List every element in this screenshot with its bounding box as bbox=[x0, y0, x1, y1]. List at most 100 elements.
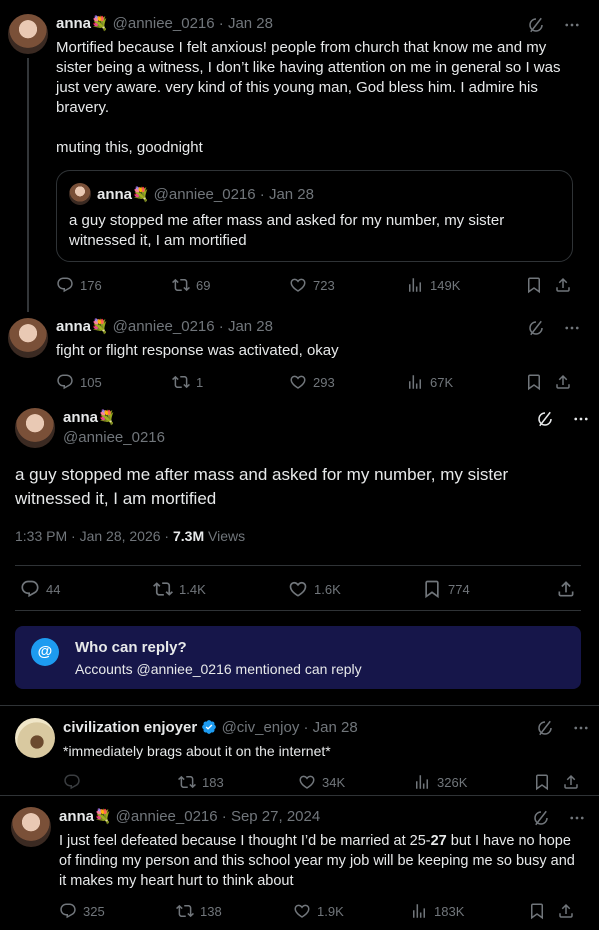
quoted-tweet[interactable]: anna💐 @anniee_0216 · Jan 28 a guy stoppe… bbox=[56, 170, 573, 262]
display-name[interactable]: anna bbox=[59, 808, 94, 825]
tweet-header: civilization enjoyer @civ_enjoy · Jan 28 bbox=[63, 719, 358, 736]
repost-count: 138 bbox=[200, 903, 222, 919]
share-button[interactable] bbox=[554, 373, 572, 391]
action-bar: 325 138 1.9K 183K bbox=[0, 902, 599, 922]
repost-icon bbox=[172, 276, 190, 294]
handle[interactable]: @civ_enjoy bbox=[222, 719, 300, 736]
tweet-header: anna💐 bbox=[63, 409, 115, 426]
share-button[interactable] bbox=[556, 579, 576, 599]
repost-button[interactable]: 69 bbox=[172, 276, 210, 294]
views-count: 183K bbox=[434, 903, 465, 919]
views-label: Views bbox=[204, 528, 246, 544]
grok-icon[interactable] bbox=[527, 16, 545, 34]
tweet-text-part: I just feel defeated because I thought I… bbox=[59, 833, 431, 849]
bookmark-button[interactable] bbox=[525, 276, 543, 294]
display-name[interactable]: civilization enjoyer bbox=[63, 719, 197, 736]
share-button[interactable] bbox=[557, 902, 575, 920]
display-name[interactable]: anna bbox=[56, 318, 91, 335]
display-name: anna bbox=[97, 186, 133, 203]
grok-icon[interactable] bbox=[536, 410, 554, 428]
display-name[interactable]: anna bbox=[56, 15, 91, 32]
like-button[interactable]: 1.9K bbox=[293, 902, 344, 920]
repost-button[interactable]: 1.4K bbox=[153, 579, 206, 599]
display-name[interactable]: anna bbox=[63, 409, 98, 426]
timestamp[interactable]: 1:33 PM · Jan 28, 2026 · bbox=[15, 528, 173, 544]
handle[interactable]: @anniee_0216 bbox=[113, 15, 215, 32]
avatar[interactable] bbox=[8, 318, 48, 358]
views-count: 67K bbox=[430, 374, 454, 390]
reply-button[interactable]: 176 bbox=[56, 276, 102, 294]
bookmark-button[interactable] bbox=[533, 773, 551, 791]
reply-count: 176 bbox=[80, 277, 102, 293]
tweet-top-icons bbox=[527, 319, 581, 337]
avatar[interactable] bbox=[15, 718, 55, 758]
more-icon[interactable] bbox=[572, 410, 590, 428]
reply-button[interactable]: 325 bbox=[59, 902, 105, 920]
bookmark-button[interactable] bbox=[525, 373, 543, 391]
more-icon[interactable] bbox=[563, 16, 581, 34]
avatar[interactable] bbox=[15, 408, 55, 448]
handle[interactable]: @anniee_0216 bbox=[63, 429, 165, 446]
timestamp[interactable]: · Jan 28 bbox=[219, 15, 273, 32]
reply-button[interactable] bbox=[63, 773, 81, 791]
tweet-header: anna💐 @anniee_0216 · Jan 28 bbox=[56, 318, 273, 335]
grok-icon[interactable] bbox=[536, 719, 554, 737]
timestamp[interactable]: · Jan 28 bbox=[304, 719, 358, 736]
bookmark-icon bbox=[422, 579, 442, 599]
like-icon bbox=[298, 773, 316, 791]
quote-header: anna💐 @anniee_0216 · Jan 28 bbox=[97, 186, 314, 203]
like-count: 723 bbox=[313, 277, 335, 293]
views-button[interactable]: 326K bbox=[413, 773, 467, 791]
bookmark-button[interactable]: 774 bbox=[422, 579, 470, 599]
grok-icon[interactable] bbox=[527, 319, 545, 337]
at-icon: @ bbox=[31, 638, 59, 666]
share-button[interactable] bbox=[554, 276, 572, 294]
handle[interactable]: @anniee_0216 bbox=[113, 318, 215, 335]
reply-button[interactable]: 105 bbox=[56, 373, 102, 391]
reply-icon bbox=[56, 373, 74, 391]
handle: @anniee_0216 bbox=[153, 186, 256, 203]
views-icon bbox=[413, 773, 431, 791]
like-count: 1.6K bbox=[314, 581, 341, 597]
views-count: 149K bbox=[430, 277, 461, 293]
tweet-text-bold: 27 bbox=[430, 833, 447, 849]
like-button[interactable]: 1.6K bbox=[288, 579, 341, 599]
timestamp[interactable]: · Jan 28 bbox=[219, 318, 273, 335]
share-button[interactable] bbox=[562, 773, 580, 791]
repost-count: 1 bbox=[196, 374, 204, 390]
tweet-meta: 1:33 PM · Jan 28, 2026 · 7.3M Views bbox=[15, 528, 245, 544]
more-icon[interactable] bbox=[568, 809, 586, 827]
repost-button[interactable]: 1 bbox=[172, 373, 203, 391]
repost-icon bbox=[153, 579, 173, 599]
views-button[interactable]: 67K bbox=[406, 373, 453, 391]
bookmark-icon bbox=[525, 276, 543, 294]
notice-body: Accounts @anniee_0216 mentioned can repl… bbox=[75, 661, 362, 677]
timestamp[interactable]: · Sep 27, 2024 bbox=[222, 808, 320, 825]
bookmark-button[interactable] bbox=[528, 902, 546, 920]
reply-button[interactable]: 44 bbox=[20, 579, 60, 599]
like-button[interactable]: 34K bbox=[298, 773, 345, 791]
tweet-top-icons bbox=[536, 410, 590, 428]
avatar[interactable] bbox=[11, 807, 51, 847]
action-bar: 176 69 723 149K bbox=[0, 276, 599, 296]
views-button[interactable]: 183K bbox=[410, 902, 464, 920]
divider bbox=[15, 610, 581, 611]
repost-button[interactable]: 138 bbox=[176, 902, 222, 920]
like-count: 1.9K bbox=[317, 903, 344, 919]
handle-row: @anniee_0216 bbox=[63, 429, 165, 446]
more-icon[interactable] bbox=[572, 719, 590, 737]
tweet-header: anna💐 @anniee_0216 · Sep 27, 2024 bbox=[59, 808, 320, 825]
who-can-reply-notice: @ Who can reply? Accounts @anniee_0216 m… bbox=[15, 626, 581, 689]
like-button[interactable]: 293 bbox=[289, 373, 335, 391]
like-icon bbox=[289, 276, 307, 294]
thread-line bbox=[27, 58, 29, 312]
repost-button[interactable]: 183 bbox=[178, 773, 224, 791]
handle[interactable]: @anniee_0216 bbox=[116, 808, 218, 825]
views-button[interactable]: 149K bbox=[406, 276, 460, 294]
share-icon bbox=[556, 579, 576, 599]
like-button[interactable]: 723 bbox=[289, 276, 335, 294]
grok-icon[interactable] bbox=[532, 809, 550, 827]
views-icon bbox=[410, 902, 428, 920]
avatar[interactable] bbox=[8, 14, 48, 54]
more-icon[interactable] bbox=[563, 319, 581, 337]
